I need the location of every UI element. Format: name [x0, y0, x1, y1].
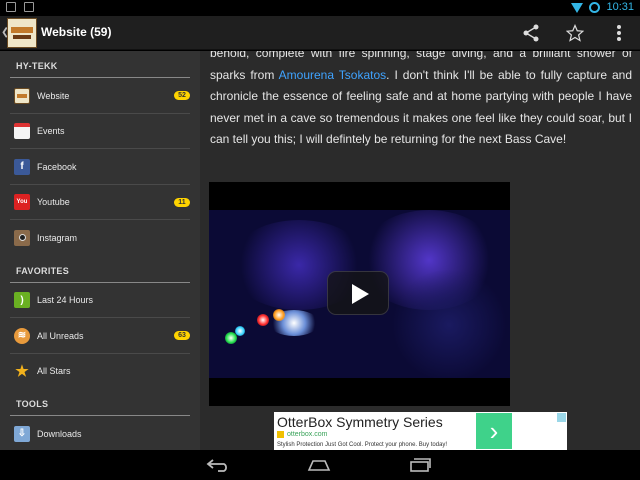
ad-arrow-icon[interactable]: › [476, 413, 512, 449]
back-icon[interactable] [205, 455, 231, 475]
sidebar-item-label: Downloads [37, 428, 82, 439]
unread-count-badge: 63 [174, 331, 190, 340]
star-icon: ★ [15, 363, 29, 381]
unreads-icon: ≋ [14, 327, 30, 344]
sidebar-item-all-stars[interactable]: ★ All Stars [0, 354, 200, 390]
sidebar-item-facebook[interactable]: f Facebook [0, 149, 200, 185]
article-body: behold, complete with fire spinning, sta… [210, 51, 632, 151]
page-title[interactable]: Website (59) [41, 25, 111, 39]
sidebar-item-label: Website [37, 90, 70, 101]
ad-title: OtterBox Symmetry Series [277, 414, 443, 430]
sidebar-item-website[interactable]: Website 52 [0, 78, 200, 114]
website-logo-icon [14, 87, 30, 104]
ad-favicon-icon [277, 431, 284, 438]
downloads-icon: ⇩ [14, 425, 30, 442]
recent-apps-icon[interactable] [407, 455, 433, 475]
play-icon [352, 284, 369, 304]
sidebar-item-label: Last 24 Hours [37, 295, 94, 306]
unread-count-badge: 11 [174, 197, 190, 207]
app-logo-icon[interactable] [7, 18, 37, 48]
star-outline-icon[interactable] [564, 22, 586, 44]
sidebar-item-label: All Stars [37, 366, 71, 377]
sidebar-item-label: Events [37, 126, 65, 137]
sidebar-item-label: Facebook [37, 161, 77, 172]
wifi-icon [571, 3, 584, 13]
youtube-icon: You [14, 194, 30, 211]
article-content: behold, complete with fire spinning, sta… [200, 51, 640, 450]
image-notification-icon [6, 2, 16, 12]
status-time: 10:31 [606, 1, 634, 13]
ad-description: Stylish Protection Just Got Cool. Protec… [277, 442, 448, 448]
sidebar-item-label: All Unreads [37, 330, 84, 341]
play-button[interactable] [327, 271, 389, 315]
sidebar-item-all-unreads[interactable]: ≋ All Unreads 63 [0, 318, 200, 354]
sidebar-item-events[interactable]: Events [0, 114, 200, 149]
download-notification-icon [24, 2, 34, 12]
home-icon[interactable] [306, 455, 332, 475]
ad-url: otterbox.com [287, 431, 328, 438]
instagram-icon [14, 229, 30, 246]
status-bar: 10:31 [0, 0, 640, 16]
ad-banner[interactable]: OtterBox Symmetry Series otterbox.com St… [274, 412, 567, 450]
share-icon[interactable] [520, 22, 542, 44]
ad-choices-icon[interactable] [557, 413, 566, 422]
sidebar-item-label: Youtube [37, 197, 70, 208]
alarm-icon [589, 1, 601, 13]
section-header-tools: TOOLS [16, 399, 49, 409]
section-header-favorites: FAVORITES [16, 265, 70, 276]
video-embed[interactable] [209, 182, 510, 406]
overflow-menu-icon[interactable] [608, 22, 630, 44]
section-header-hytekk: HY-TEKK [16, 61, 58, 71]
action-bar: ❮ Website (59) [0, 16, 640, 50]
system-navigation-bar [0, 450, 640, 480]
article-link[interactable]: Amourena Tsokatos [279, 68, 387, 82]
sidebar-item-last-24-hours[interactable]: ) Last 24 Hours [0, 283, 200, 318]
rss-icon: ) [14, 292, 30, 309]
navigation-drawer: HY-TEKK Website 52 Events f Facebook You… [0, 51, 200, 450]
sidebar-item-instagram[interactable]: Instagram [0, 220, 200, 256]
calendar-icon [14, 123, 30, 140]
sidebar-item-downloads[interactable]: ⇩ Downloads [0, 416, 200, 450]
sidebar-item-youtube[interactable]: You Youtube 11 [0, 185, 200, 220]
facebook-icon: f [14, 158, 30, 175]
sidebar-item-label: Instagram [37, 232, 78, 243]
unread-count-badge: 52 [174, 91, 190, 100]
